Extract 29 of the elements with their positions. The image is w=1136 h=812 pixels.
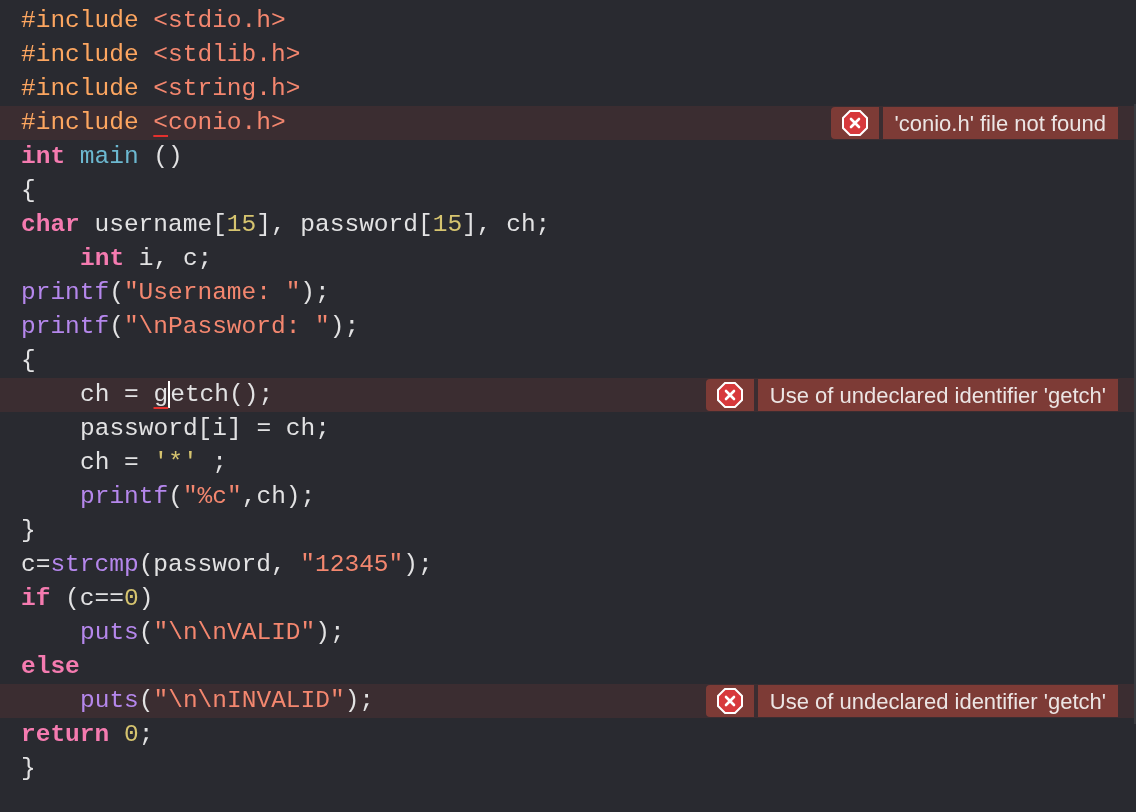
code-line: password[i] = ch;	[79, 414, 330, 444]
code-line: int i, c;	[79, 244, 213, 274]
code-line: #include <string.h>	[20, 74, 301, 104]
code-line: }	[20, 516, 36, 546]
code-line: printf("\nPassword: ");	[20, 312, 360, 342]
code-line: #include <conio.h>	[20, 108, 286, 138]
code-line: else	[20, 652, 80, 682]
error-message: 'conio.h' file not found	[882, 107, 1118, 139]
code-line: #include <stdio.h>	[20, 6, 286, 36]
error-message: Use of undeclared identifier 'getch'	[757, 379, 1118, 411]
code-line: ch = g etch();	[79, 380, 274, 410]
code-line: {	[20, 176, 36, 206]
error-icon	[716, 688, 743, 714]
code-line: printf("%c",ch);	[79, 482, 316, 512]
code-line: }	[20, 754, 36, 784]
code-line: if (c==0)	[20, 584, 154, 614]
code-line: return 0;	[20, 720, 154, 750]
code-line: printf("Username: ");	[20, 278, 330, 308]
code-line: char username[15], password[15], ch;	[20, 210, 551, 240]
code-line: c=strcmp(password, "12345");	[20, 550, 433, 580]
error-icon	[716, 382, 743, 408]
code-line: ch = '*' ;	[79, 448, 228, 478]
error-icon	[841, 110, 868, 136]
code-line: int main ()	[20, 142, 183, 172]
code-line: puts("\n\nVALID");	[79, 618, 345, 648]
code-line: {	[20, 346, 36, 376]
error-message: Use of undeclared identifier 'getch'	[757, 685, 1118, 717]
code-line: #include <stdlib.h>	[20, 40, 301, 70]
code-line: puts("\n\nINVALID");	[79, 686, 375, 716]
